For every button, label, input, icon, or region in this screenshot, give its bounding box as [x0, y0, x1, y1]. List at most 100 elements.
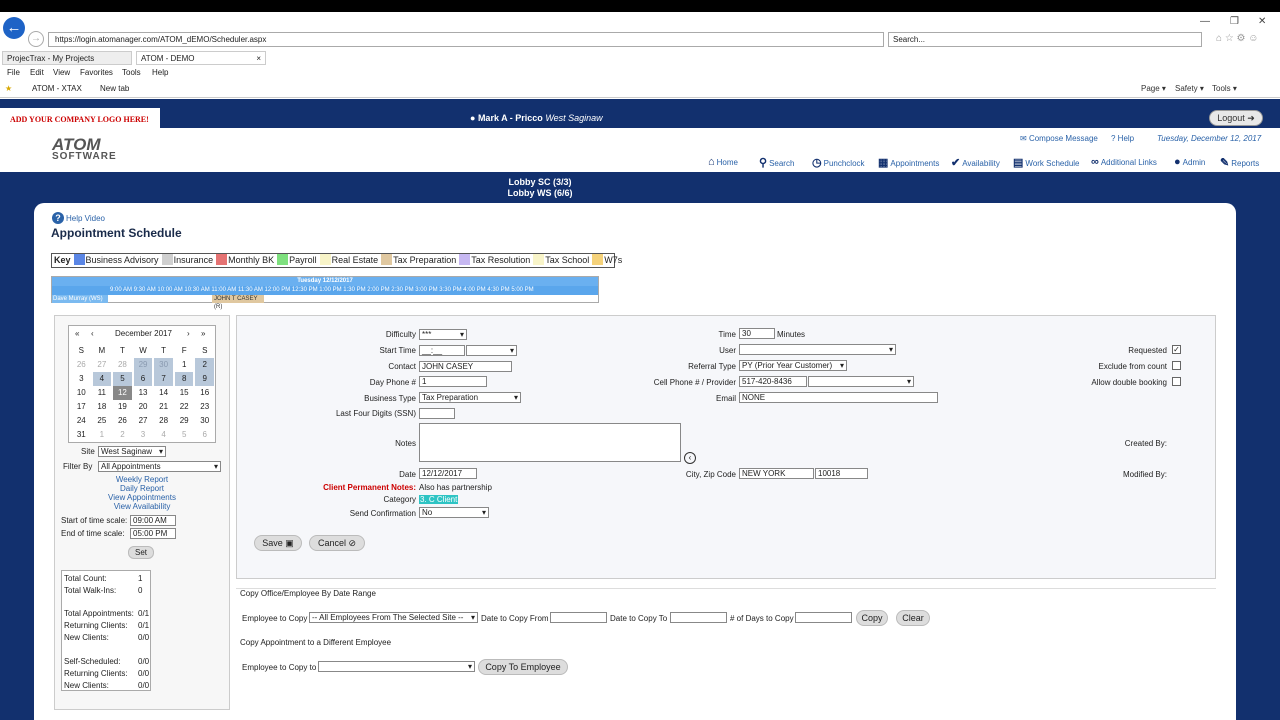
calendar-day[interactable]: 17	[72, 400, 91, 414]
nav-work-schedule[interactable]: ▤ Work Schedule	[1013, 156, 1080, 169]
command-safety[interactable]: Safety ▾	[1175, 84, 1204, 93]
notes-textarea[interactable]	[419, 423, 681, 462]
notes-history-icon[interactable]: ‹	[684, 452, 696, 464]
view-availability-link[interactable]: View Availability	[92, 502, 192, 511]
requested-checkbox[interactable]: ✓	[1172, 345, 1181, 354]
referral-select[interactable]: PY (Prior Year Customer)	[739, 360, 847, 371]
help-video-link[interactable]: ? Help Video	[52, 212, 105, 224]
cell-phone-input[interactable]: 517-420-8436	[739, 376, 807, 387]
calendar-day[interactable]: 27	[134, 414, 153, 428]
nav-admin[interactable]: ● Admin	[1174, 156, 1205, 168]
view-appointments-link[interactable]: View Appointments	[92, 493, 192, 502]
forward-arrow-icon[interactable]: →	[28, 31, 44, 47]
menu-help[interactable]: Help	[152, 68, 168, 77]
calendar-day[interactable]: 2	[113, 428, 132, 442]
calendar-day[interactable]: 10	[72, 386, 91, 400]
favorite-atom-xtax[interactable]: ATOM - XTAX	[32, 84, 82, 93]
clear-button[interactable]: Clear	[896, 610, 930, 626]
logout-button[interactable]: Logout ➜	[1209, 110, 1263, 126]
copy-button[interactable]: Copy	[856, 610, 888, 626]
exclude-count-checkbox[interactable]	[1172, 361, 1181, 370]
calendar-day[interactable]: 30	[195, 414, 214, 428]
calendar-day[interactable]: 26	[72, 358, 91, 372]
back-arrow-icon[interactable]: ←	[3, 17, 25, 39]
prev-year-icon[interactable]: «	[75, 329, 79, 338]
next-year-icon[interactable]: »	[201, 329, 205, 338]
menu-file[interactable]: File	[7, 68, 20, 77]
calendar-day[interactable]: 4	[92, 372, 112, 386]
cancel-button[interactable]: Cancel ⊘	[309, 535, 365, 551]
compose-message-link[interactable]: ✉ Compose Message	[1020, 134, 1098, 143]
day-phone-input[interactable]: 1	[419, 376, 487, 387]
difficulty-select[interactable]: ***	[419, 329, 467, 340]
calendar-day[interactable]: 4	[154, 428, 173, 442]
employee-copy-to-select[interactable]	[318, 661, 475, 672]
close-window-icon[interactable]: ✕	[1258, 16, 1266, 27]
end-scale-input[interactable]: 05:00 PM	[130, 528, 176, 539]
calendar-day[interactable]: 28	[113, 358, 132, 372]
calendar-day[interactable]: 6	[133, 372, 153, 386]
calendar-day[interactable]: 27	[93, 358, 112, 372]
calendar-day[interactable]: 9	[195, 372, 215, 386]
nav-reports[interactable]: ✎ Reports	[1220, 156, 1259, 169]
start-scale-input[interactable]: 09:00 AM	[130, 515, 176, 526]
prev-month-icon[interactable]: ‹	[91, 329, 94, 338]
calendar-day[interactable]: 6	[195, 428, 214, 442]
nav-availability[interactable]: ✔ Availability	[951, 156, 1000, 169]
date-to-input[interactable]	[670, 612, 727, 623]
calendar-day[interactable]: 22	[175, 400, 194, 414]
zip-input[interactable]: 10018	[815, 468, 868, 479]
send-confirmation-select[interactable]: No	[419, 507, 489, 518]
calendar-day[interactable]: 14	[154, 386, 173, 400]
time-input[interactable]: 30	[739, 328, 775, 339]
calendar-day[interactable]: 12	[113, 386, 132, 400]
date-input[interactable]: 12/12/2017	[419, 468, 477, 479]
calendar-day[interactable]: 5	[113, 372, 132, 386]
nav-search[interactable]: ⚲ Search	[759, 156, 794, 169]
menu-view[interactable]: View	[53, 68, 70, 77]
calendar-day[interactable]: 11	[93, 386, 112, 400]
menu-edit[interactable]: Edit	[30, 68, 44, 77]
calendar-day[interactable]: 23	[195, 400, 214, 414]
site-select[interactable]: West Saginaw	[98, 446, 166, 457]
calendar-day[interactable]: 2	[195, 358, 215, 372]
tab-close-icon[interactable]: ×	[256, 52, 261, 65]
ssn-input[interactable]	[419, 408, 455, 419]
user-select[interactable]	[739, 344, 896, 355]
employee-copy-select[interactable]: -- All Employees From The Selected Site …	[309, 612, 478, 623]
double-booking-checkbox[interactable]	[1172, 377, 1181, 386]
mini-schedule-employee[interactable]: Dave Murray (WS)	[52, 295, 108, 303]
calendar-day[interactable]: 29	[175, 414, 194, 428]
calendar-day[interactable]: 26	[113, 414, 132, 428]
calendar-day[interactable]: 13	[134, 386, 153, 400]
minimize-icon[interactable]: —	[1200, 16, 1210, 27]
calendar-day[interactable]: 31	[72, 428, 91, 442]
calendar-day[interactable]: 30	[154, 358, 173, 372]
browser-tab[interactable]: ProjecTrax - My Projects	[2, 51, 132, 65]
browser-toolbar-icons[interactable]: ⌂ ☆ ⚙ ☺	[1216, 33, 1259, 44]
filter-select[interactable]: All Appointments	[98, 461, 221, 472]
calendar-day[interactable]: 5	[175, 428, 194, 442]
nav-appointments[interactable]: ▦ Appointments	[878, 156, 939, 169]
calendar-day[interactable]: 8	[174, 372, 194, 386]
save-button[interactable]: Save ▣	[254, 535, 302, 551]
start-time-select[interactable]	[466, 345, 517, 356]
contact-input[interactable]: JOHN CASEY	[419, 361, 512, 372]
calendar-day[interactable]: 25	[93, 414, 112, 428]
address-bar[interactable]: https://login.atomanager.com/ATOM_dEMO/S…	[48, 32, 884, 47]
calendar-day[interactable]: 20	[134, 400, 153, 414]
menu-favorites[interactable]: Favorites	[80, 68, 113, 77]
calendar-day[interactable]: 1	[93, 428, 112, 442]
city-input[interactable]: NEW YORK	[739, 468, 814, 479]
favorite-new-tab[interactable]: New tab	[100, 84, 129, 93]
calendar-day[interactable]: 28	[154, 414, 173, 428]
browser-search-input[interactable]: Search...	[888, 32, 1202, 47]
restore-icon[interactable]: ❐	[1230, 16, 1239, 27]
calendar-day[interactable]: 24	[72, 414, 91, 428]
help-link[interactable]: ? Help	[1111, 134, 1134, 143]
calendar-day[interactable]: 21	[154, 400, 173, 414]
days-copy-input[interactable]	[795, 612, 852, 623]
command-tools[interactable]: Tools ▾	[1212, 84, 1237, 93]
calendar-day[interactable]: 15	[175, 386, 194, 400]
menu-tools[interactable]: Tools	[122, 68, 141, 77]
